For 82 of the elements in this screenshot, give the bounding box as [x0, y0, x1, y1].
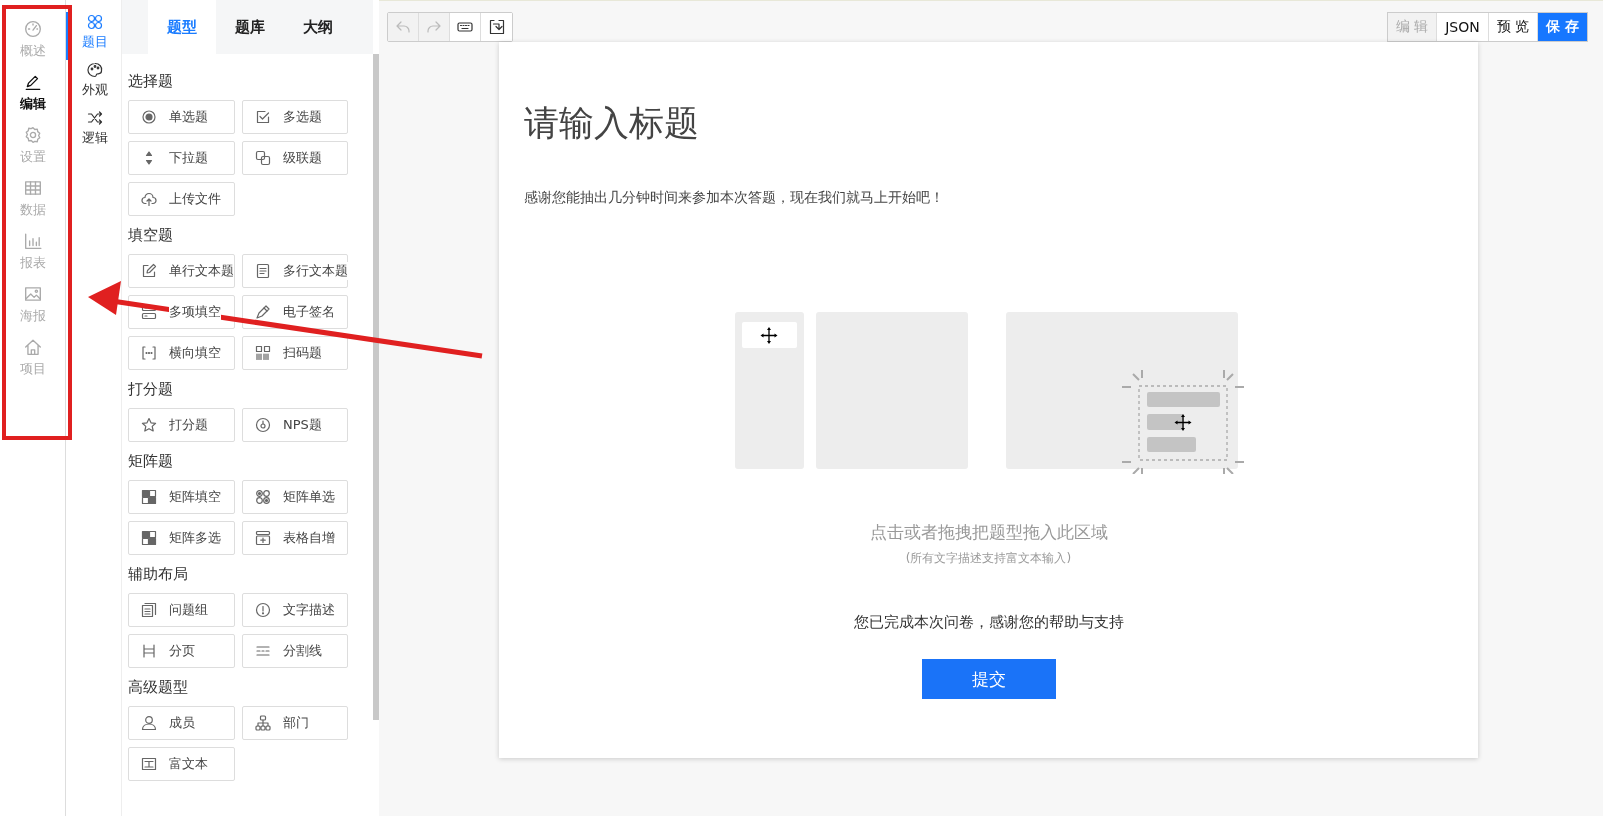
question-type-button[interactable]: 单选题: [128, 100, 235, 134]
mode-button[interactable]: JSON: [1437, 13, 1489, 41]
drop-hint: 点击或者拖拽把题型拖入此区域: [869, 521, 1108, 544]
question-type-button[interactable]: 电子签名: [242, 295, 348, 329]
question-type-button[interactable]: 下拉题: [128, 141, 235, 175]
question-type-button[interactable]: 扫码题: [242, 336, 348, 370]
question-type-button[interactable]: NPS题: [242, 408, 348, 442]
nav-item[interactable]: 编辑: [0, 73, 65, 126]
bar-chart-icon: [23, 232, 42, 250]
question-type-button[interactable]: 矩阵多选: [128, 521, 235, 555]
drop-subhint: (所有文字描述支持富文本输入): [905, 550, 1072, 567]
question-type-button[interactable]: 部门: [242, 706, 348, 740]
group-title: 打分题: [128, 379, 174, 400]
question-type-button[interactable]: 文字描述: [242, 593, 348, 627]
edit-icon: [141, 263, 157, 279]
question-type-button[interactable]: 多行文本题: [242, 254, 348, 288]
panel-tab[interactable]: 题型: [148, 0, 216, 54]
alert-icon: [255, 602, 271, 618]
group-title: 高级题型: [128, 677, 189, 698]
import-icon: [488, 19, 505, 35]
mode-button[interactable]: 保 存: [1538, 13, 1587, 41]
completion-message[interactable]: 您已完成本次问卷，感谢您的帮助与支持: [853, 613, 1124, 632]
panel-tab[interactable]: 大纲: [284, 0, 352, 54]
keyboard-icon: [457, 19, 473, 35]
question-type-button[interactable]: 矩阵单选: [242, 480, 348, 514]
grid-icon: [141, 530, 157, 546]
survey-description[interactable]: 感谢您能抽出几分钟时间来参加本次答题，现在我们就马上开始吧！: [524, 189, 1453, 207]
brackets-icon: [141, 345, 157, 361]
dots-grid-icon: [255, 489, 271, 505]
question-type-button[interactable]: 单行文本题: [128, 254, 235, 288]
undo-icon: [395, 19, 411, 35]
table-icon: [23, 179, 42, 197]
qr-code-icon: [255, 345, 271, 361]
redo-icon: [426, 19, 442, 35]
copy-icon: [255, 150, 271, 166]
survey-title[interactable]: 请输入标题: [524, 100, 1453, 147]
question-type-button[interactable]: 多选题: [242, 100, 348, 134]
home-icon: [23, 338, 42, 356]
pen-icon: [255, 304, 271, 320]
page-break-icon: [141, 643, 157, 659]
grid-icon: [141, 489, 157, 505]
checkbox-icon: [255, 109, 271, 125]
settings-icon: [23, 126, 42, 144]
radio-icon: [141, 109, 157, 125]
question-type-button[interactable]: 分页: [128, 634, 235, 668]
stack-icon: [141, 602, 157, 618]
question-type-button[interactable]: 成员: [128, 706, 235, 740]
user-icon: [141, 715, 157, 731]
group-title: 辅助布局: [128, 564, 189, 585]
question-type-button[interactable]: 级联题: [242, 141, 348, 175]
divider-icon: [255, 643, 271, 659]
question-type-button[interactable]: 分割线: [242, 634, 348, 668]
org-chart-icon: [255, 715, 271, 731]
mode-button[interactable]: 预 览: [1488, 13, 1539, 41]
question-type-button[interactable]: 上传文件: [128, 182, 235, 216]
table-add-icon: [255, 530, 271, 546]
text-block-icon: [141, 756, 157, 772]
question-type-button[interactable]: 富文本: [128, 747, 235, 781]
group-title: 矩阵题: [128, 451, 174, 472]
circles-icon: [86, 14, 103, 30]
question-type-button[interactable]: 横向填空: [128, 336, 235, 370]
palette-icon: [86, 62, 103, 78]
question-type-button[interactable]: 表格自增: [242, 521, 348, 555]
panel-tab[interactable]: 题库: [216, 0, 284, 54]
group-title: 选择题: [128, 71, 174, 92]
shuffle-icon: [86, 110, 103, 126]
group-title: 填空题: [128, 225, 174, 246]
question-type-button[interactable]: 打分题: [128, 408, 235, 442]
pencil-icon: [23, 73, 42, 91]
gauge-icon: [23, 20, 42, 38]
scrollbar[interactable]: [373, 54, 379, 720]
dial-icon: [255, 417, 271, 433]
image-icon: [23, 285, 42, 303]
question-type-button[interactable]: 多项填空: [128, 295, 235, 329]
cloud-upload-icon: [141, 191, 157, 207]
side-tab[interactable]: 逻辑: [66, 108, 121, 156]
submit-button[interactable]: 提交: [921, 659, 1056, 699]
document-icon: [255, 263, 271, 279]
star-icon: [141, 417, 157, 433]
question-type-button[interactable]: 矩阵填空: [128, 480, 235, 514]
side-tab[interactable]: 外观: [66, 60, 121, 108]
question-type-button[interactable]: 问题组: [128, 593, 235, 627]
